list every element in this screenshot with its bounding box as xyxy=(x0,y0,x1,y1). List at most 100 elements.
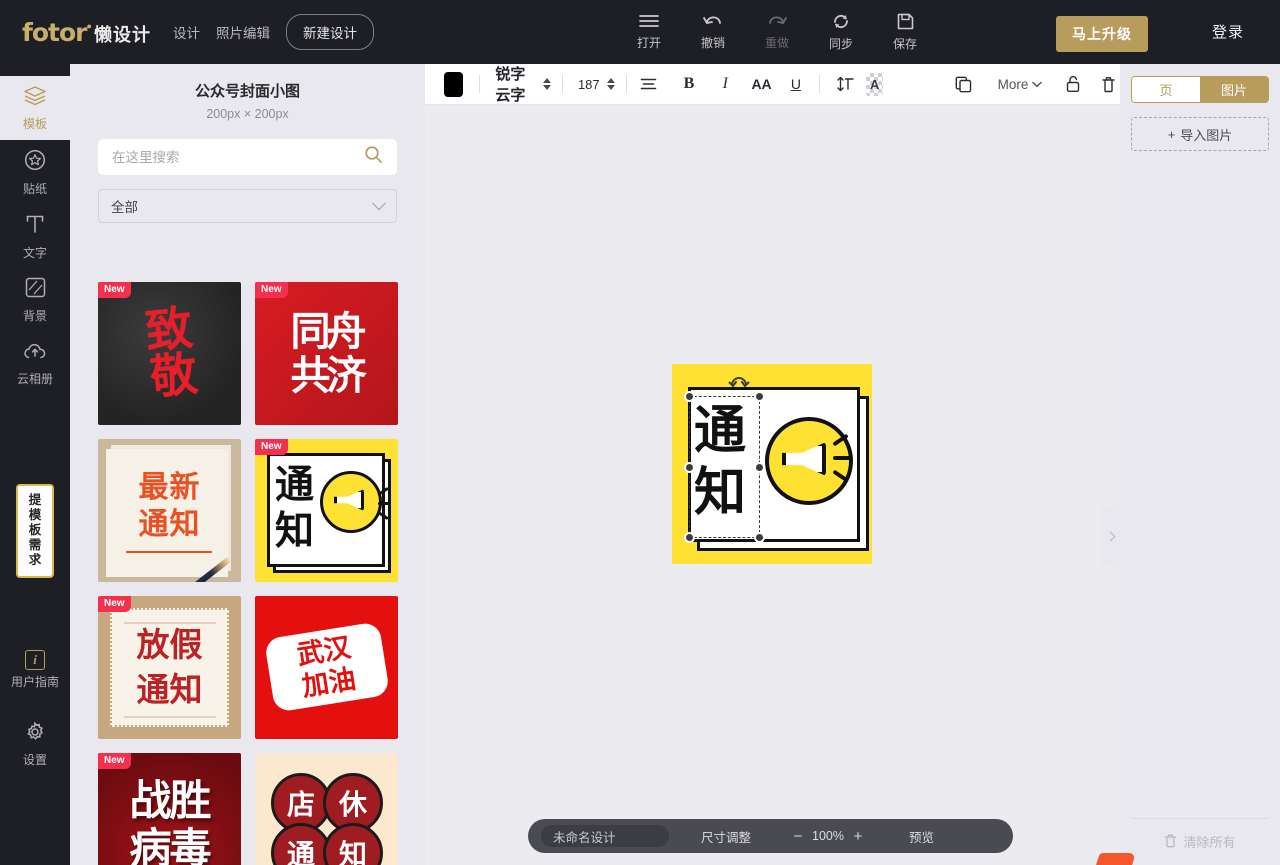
sidebar-item-cloud-album[interactable]: 云相册 xyxy=(0,332,70,396)
sidebar-item-stickers[interactable]: 贴纸 xyxy=(0,140,70,204)
category-select-value: 全部 xyxy=(111,200,138,215)
case-button[interactable]: AA xyxy=(750,69,772,99)
sidebar-item-templates[interactable]: 模板 xyxy=(0,76,70,140)
template-card[interactable]: New 放假 通知 xyxy=(98,596,241,739)
sync-tool[interactable]: 同步 xyxy=(809,8,873,52)
resize-handle-nw[interactable] xyxy=(684,391,695,402)
clear-all-button[interactable]: 清除所有 xyxy=(1120,832,1280,851)
undo-tool[interactable]: 撤销 xyxy=(681,8,745,51)
logo-cn-text: 懒设计 xyxy=(93,24,151,45)
font-size-select[interactable]: 187 xyxy=(578,77,615,92)
category-select[interactable]: 全部 xyxy=(98,189,397,223)
font-family-stepper[interactable] xyxy=(543,78,552,90)
top-bar: fotor ● 懒设计 设计 照片编辑 新建设计 打开 撤销 重做 同步 保存 … xyxy=(0,0,1280,64)
redo-tool[interactable]: 重做 xyxy=(745,8,809,51)
clear-all-label: 清除所有 xyxy=(1183,835,1236,850)
layers-icon xyxy=(22,85,48,112)
sidebar-label-user-guide: 用户指南 xyxy=(10,675,59,689)
template-card[interactable]: New 同舟 共济 xyxy=(255,282,398,425)
save-icon xyxy=(896,12,915,31)
template-label: 同舟 共济 xyxy=(290,308,367,399)
open-tool[interactable]: 打开 xyxy=(617,8,681,51)
template-card[interactable]: New 致敬 xyxy=(98,282,241,425)
zoom-in-button[interactable]: + xyxy=(849,828,867,845)
canvas-stage[interactable]: 通知 未命名设计 尺寸调整 − 100% + 预览 xyxy=(425,105,1120,865)
need-template-button[interactable]: 提 模 板 需 求 xyxy=(16,484,54,578)
template-card[interactable]: 武汉 加油 xyxy=(255,596,398,739)
underline-button[interactable]: U xyxy=(785,69,807,99)
new-design-button[interactable]: 新建设计 xyxy=(285,14,374,50)
sidebar-item-settings[interactable]: 设置 xyxy=(0,712,70,776)
template-label: 致敬 xyxy=(142,300,197,406)
template-panel: 公众号封面小图 200px × 200px 全部 New 致敬 New 同舟共济 xyxy=(70,64,425,865)
bold-button[interactable]: B xyxy=(678,69,700,99)
sidebar-item-background[interactable]: 背景 xyxy=(0,268,70,332)
template-card[interactable]: 最新 通知 xyxy=(98,439,241,582)
font-size-stepper[interactable] xyxy=(606,78,615,90)
zoom-level: 100% xyxy=(812,829,844,843)
design-canvas[interactable]: 通知 xyxy=(672,364,872,564)
new-badge: New xyxy=(98,596,131,612)
template-card[interactable]: New 战胜 病毒 xyxy=(98,753,241,865)
info-icon: i xyxy=(25,650,45,670)
text-opacity-button[interactable]: A xyxy=(866,72,884,96)
font-family-select[interactable]: 锐字云字 xyxy=(495,63,552,105)
resize-button[interactable]: 尺寸调整 xyxy=(701,827,751,846)
toolbar-divider xyxy=(819,75,820,93)
sidebar-label-settings: 设置 xyxy=(22,752,47,767)
import-image-button[interactable]: + 导入图片 xyxy=(1131,117,1269,151)
feedback-tab[interactable] xyxy=(1096,853,1136,865)
resize-handle-sw[interactable] xyxy=(684,532,695,543)
preview-button[interactable]: 预览 xyxy=(909,827,934,846)
logo-registered-mark: ● xyxy=(86,20,92,31)
nav-photo-edit[interactable]: 照片编辑 xyxy=(216,22,270,42)
left-rail: 模板 贴纸 文字 背景 云相册 提 模 板 需 求 i 用户指南 设置 xyxy=(0,64,70,865)
sidebar-label-text: 文字 xyxy=(22,245,47,260)
line-spacing-button[interactable] xyxy=(835,69,857,99)
text-color-swatch[interactable] xyxy=(444,71,463,97)
resize-handle-se[interactable] xyxy=(754,532,765,543)
search-input[interactable] xyxy=(98,149,364,165)
cloud-upload-icon xyxy=(22,342,48,367)
rotate-handle[interactable] xyxy=(728,375,750,389)
sticker-star-icon xyxy=(23,148,47,177)
resize-handle-w[interactable] xyxy=(684,462,695,473)
italic-button[interactable]: I xyxy=(714,69,736,99)
template-card[interactable]: 店 休 通 知 xyxy=(255,753,398,865)
login-button[interactable]: 登录 xyxy=(1212,21,1244,42)
resize-handle-e[interactable] xyxy=(754,462,765,473)
save-tool[interactable]: 保存 xyxy=(873,8,937,52)
text-toolbar: 锐字云字 187 B I AA U A More xyxy=(425,64,1120,105)
nav-design[interactable]: 设计 xyxy=(173,22,200,42)
resize-handle-ne[interactable] xyxy=(754,391,765,402)
logo-text: fotor xyxy=(22,17,88,47)
canvas-size-label: 200px × 200px xyxy=(206,107,289,121)
template-card[interactable]: New 通知 xyxy=(255,439,398,582)
logo[interactable]: fotor ● 懒设计 xyxy=(22,18,151,47)
sidebar-item-text[interactable]: 文字 xyxy=(0,204,70,268)
panel-collapse-handle[interactable] xyxy=(1100,505,1120,567)
more-label: More xyxy=(997,76,1029,92)
duplicate-button[interactable] xyxy=(952,69,974,99)
sidebar-label-stickers: 贴纸 xyxy=(22,181,47,196)
document-name-input[interactable]: 未命名设计 xyxy=(541,825,669,847)
align-button[interactable] xyxy=(637,69,659,99)
delete-button[interactable] xyxy=(1098,69,1120,99)
tab-image[interactable]: 图片 xyxy=(1200,77,1268,102)
tab-page[interactable]: 页 xyxy=(1132,77,1200,102)
sidebar-label-cloud-album: 云相册 xyxy=(16,371,53,386)
toolbar-divider xyxy=(478,75,480,93)
need-template-c2: 板 xyxy=(28,523,42,537)
sidebar-item-user-guide[interactable]: i 用户指南 xyxy=(0,638,70,702)
text-t-icon xyxy=(24,212,46,241)
search-icon[interactable] xyxy=(364,145,383,169)
zoom-out-button[interactable]: − xyxy=(789,828,807,845)
more-menu-button[interactable]: More xyxy=(998,77,1043,92)
background-hatch-icon xyxy=(24,276,47,304)
chevron-down-icon xyxy=(1032,81,1043,87)
lock-button[interactable] xyxy=(1061,69,1083,99)
selection-box[interactable] xyxy=(684,377,765,543)
chevron-down-icon xyxy=(371,196,387,211)
canvas-area: 通知 未命名设计 尺寸调整 − 100% + 预览 xyxy=(425,64,1120,865)
upgrade-button[interactable]: 马上升级 xyxy=(1056,16,1148,52)
